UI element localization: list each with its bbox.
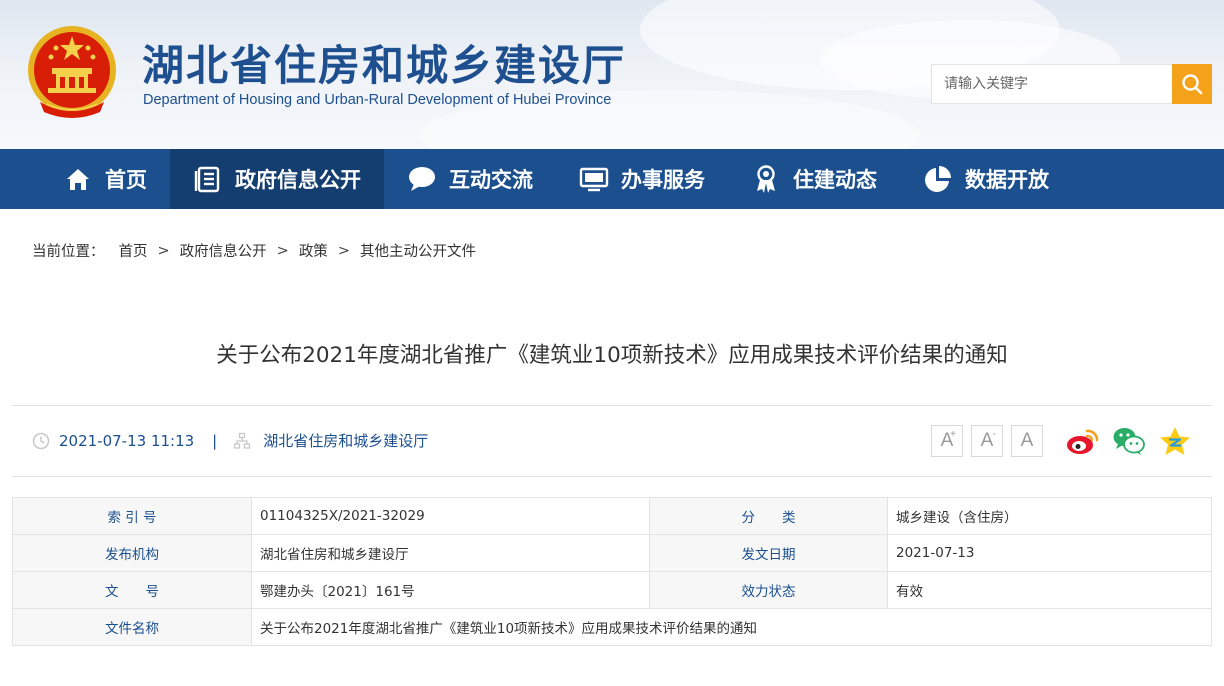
breadcrumb-link-other-files[interactable]: 其他主动公开文件 (360, 240, 476, 261)
wechat-icon (1113, 428, 1145, 455)
breadcrumb-link-policy[interactable]: 政策 (299, 240, 328, 261)
font-size-controls: A + A- A (931, 425, 1051, 457)
meta-separator: | (212, 431, 218, 450)
publish-datetime: 2021-07-13 11:13 (59, 431, 195, 450)
font-button-label: A (1020, 430, 1034, 451)
chat-bubble-icon (407, 164, 437, 194)
pie-chart-icon (923, 164, 953, 194)
nav-item-open-data[interactable]: 数据开放 (900, 149, 1072, 209)
font-increase-button[interactable]: A + (931, 425, 963, 457)
breadcrumb-link-gov-info[interactable]: 政府信息公开 (180, 240, 267, 261)
table-row: 发布机构 湖北省住房和城乡建设厅 发文日期 2021-07-13 (12, 534, 1212, 572)
nav-label: 互动交流 (449, 168, 533, 192)
table-value-index: 01104325X/2021-32029 (251, 497, 650, 535)
award-icon (751, 164, 781, 194)
nav-item-news[interactable]: 住建动态 (728, 149, 900, 209)
search-icon (1182, 74, 1203, 95)
main-nav: 首页 政府信息公开 互动交流 办事服务 住建动态 数据开放 (0, 149, 1224, 209)
weibo-icon (1067, 429, 1099, 454)
document-info-table: 索 引 号 01104325X/2021-32029 分 类 城乡建设（含住房）… (12, 497, 1212, 646)
nav-item-services[interactable]: 办事服务 (556, 149, 728, 209)
table-key-file-name: 文件名称 (12, 608, 252, 646)
nav-item-gov-info[interactable]: 政府信息公开 (170, 149, 384, 209)
nav-label: 办事服务 (621, 168, 705, 192)
share-weibo-button[interactable] (1066, 424, 1100, 458)
table-value-file-name: 关于公布2021年度湖北省推广《建筑业10项新技术》应用成果技术评价结果的通知 (251, 608, 1212, 646)
document-list-icon (193, 164, 223, 194)
font-increase-mark: + (950, 429, 956, 440)
table-row: 文件名称 关于公布2021年度湖北省推广《建筑业10项新技术》应用成果技术评价结… (12, 608, 1212, 646)
nav-item-home[interactable]: 首页 (40, 149, 170, 209)
article-meta: 2021-07-13 11:13 | 湖北省住房和城乡建设厅 (32, 430, 428, 451)
breadcrumb-separator: > (157, 242, 170, 259)
org-structure-icon (234, 432, 251, 449)
breadcrumb-separator: > (337, 242, 350, 259)
site-header: 湖北省住房和城乡建设厅 Department of Housing and Ur… (0, 0, 1224, 149)
qzone-icon (1160, 427, 1190, 455)
nav-label: 住建动态 (793, 168, 877, 192)
breadcrumb-link-home[interactable]: 首页 (119, 240, 148, 261)
monitor-icon (579, 164, 609, 194)
search-bar (931, 64, 1212, 104)
font-decrease-mark: - (992, 429, 996, 440)
table-key-validity: 效力状态 (649, 571, 888, 609)
table-value-doc-number: 鄂建办头〔2021〕161号 (251, 571, 650, 609)
table-value-publisher: 湖北省住房和城乡建设厅 (251, 534, 650, 572)
breadcrumb-separator: > (276, 242, 289, 259)
home-icon (63, 164, 93, 194)
table-row: 文 号 鄂建办头〔2021〕161号 效力状态 有效 (12, 571, 1212, 609)
nav-item-interaction[interactable]: 互动交流 (384, 149, 556, 209)
font-reset-button[interactable]: A (1011, 425, 1043, 457)
site-title: 湖北省住房和城乡建设厅 (142, 41, 627, 90)
table-value-issue-date: 2021-07-13 (887, 534, 1212, 572)
article-title: 关于公布2021年度湖北省推广《建筑业10项新技术》应用成果技术评价结果的通知 (216, 343, 1008, 368)
nav-label: 政府信息公开 (235, 168, 361, 192)
share-bar (1066, 424, 1204, 458)
font-decrease-button[interactable]: A- (971, 425, 1003, 457)
share-wechat-button[interactable] (1112, 424, 1146, 458)
article-source: 湖北省住房和城乡建设厅 (263, 432, 429, 450)
breadcrumb: 当前位置： 首页 > 政府信息公开 > 政策 > 其他主动公开文件 (32, 240, 476, 261)
nav-label: 数据开放 (965, 168, 1049, 192)
divider (12, 476, 1212, 477)
table-key-category: 分 类 (649, 497, 888, 535)
divider (12, 405, 1212, 406)
table-value-category: 城乡建设（含住房） (887, 497, 1212, 535)
table-key-index: 索 引 号 (12, 497, 252, 535)
national-emblem-icon (28, 26, 116, 118)
font-button-label: A (980, 430, 994, 451)
search-button[interactable] (1172, 64, 1212, 104)
site-subtitle: Department of Housing and Urban-Rural De… (143, 92, 612, 108)
table-key-issue-date: 发文日期 (649, 534, 888, 572)
search-input[interactable] (931, 64, 1172, 104)
clock-icon (32, 432, 50, 449)
table-key-publisher: 发布机构 (12, 534, 252, 572)
table-key-doc-number: 文 号 (12, 571, 252, 609)
table-row: 索 引 号 01104325X/2021-32029 分 类 城乡建设（含住房） (12, 497, 1212, 535)
table-value-validity: 有效 (887, 571, 1212, 609)
share-qzone-button[interactable] (1158, 424, 1192, 458)
breadcrumb-prefix: 当前位置： (32, 244, 105, 260)
nav-label: 首页 (105, 168, 147, 192)
